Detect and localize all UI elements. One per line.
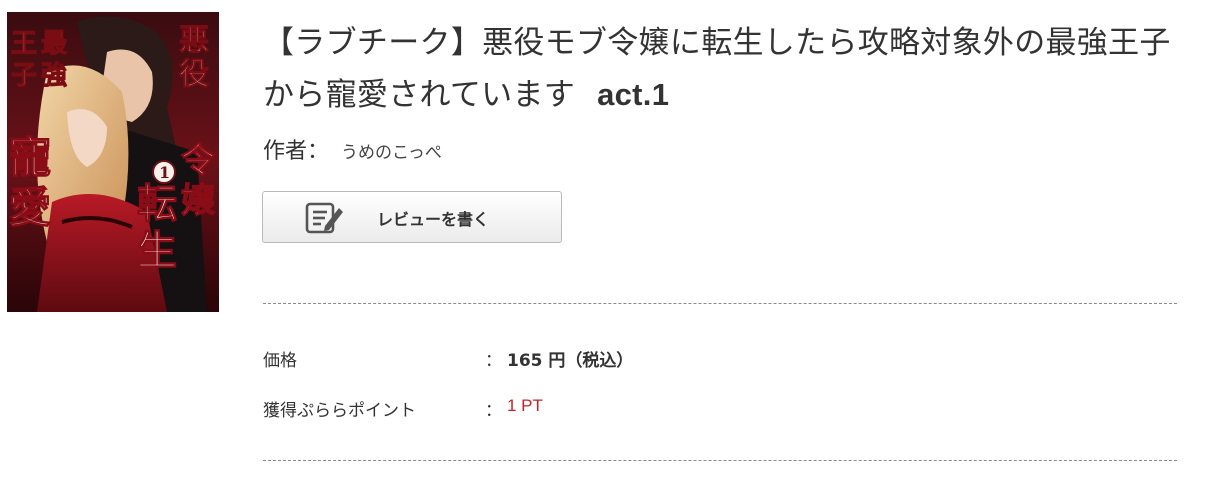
author-row: 作者： うめのこっぺ xyxy=(263,133,442,164)
write-review-label: レビューを書く xyxy=(377,210,490,229)
svg-text:子: 子 xyxy=(11,61,37,91)
price-value: 165 円（税込） xyxy=(507,351,634,371)
points-colon: ： xyxy=(485,401,502,421)
points-label: 獲得ぷららポイント xyxy=(263,401,416,421)
svg-text:生: 生 xyxy=(137,227,177,274)
svg-text:最: 最 xyxy=(41,29,68,59)
svg-text:王: 王 xyxy=(11,29,37,59)
svg-text:転: 転 xyxy=(137,180,177,227)
svg-text:強: 強 xyxy=(41,61,67,91)
divider-bottom xyxy=(263,460,1177,461)
svg-text:令: 令 xyxy=(181,141,216,181)
product-volume: act.1 xyxy=(597,77,670,112)
edit-note-icon xyxy=(305,202,343,234)
svg-text:役: 役 xyxy=(179,57,209,92)
svg-text:愛: 愛 xyxy=(9,183,51,232)
cover-image[interactable]: 悪 役 令 嬢 転 生 最 強 王 子 寵 愛 1 xyxy=(7,12,219,312)
product-detail-page: 悪 役 令 嬢 転 生 最 強 王 子 寵 愛 1 【ラブチーク】悪役モブ令嬢に… xyxy=(0,0,1209,481)
price-colon: ： xyxy=(485,351,502,371)
author-name[interactable]: うめのこっぺ xyxy=(341,138,442,163)
svg-text:悪: 悪 xyxy=(179,23,209,58)
divider-top xyxy=(263,303,1177,304)
product-title-text: 【ラブチーク】悪役モブ令嬢に転生したら攻略対象外の最強王子から寵愛されています xyxy=(263,25,1171,113)
svg-text:1: 1 xyxy=(159,163,170,182)
svg-text:寵: 寵 xyxy=(9,133,51,182)
product-title: 【ラブチーク】悪役モブ令嬢に転生したら攻略対象外の最強王子から寵愛されています a… xyxy=(263,18,1183,121)
write-review-button[interactable]: レビューを書く xyxy=(262,191,562,243)
price-label: 価格 xyxy=(263,351,297,371)
author-label: 作者： xyxy=(263,139,330,164)
points-value: 1 PT xyxy=(507,396,543,415)
svg-text:嬢: 嬢 xyxy=(181,181,215,221)
